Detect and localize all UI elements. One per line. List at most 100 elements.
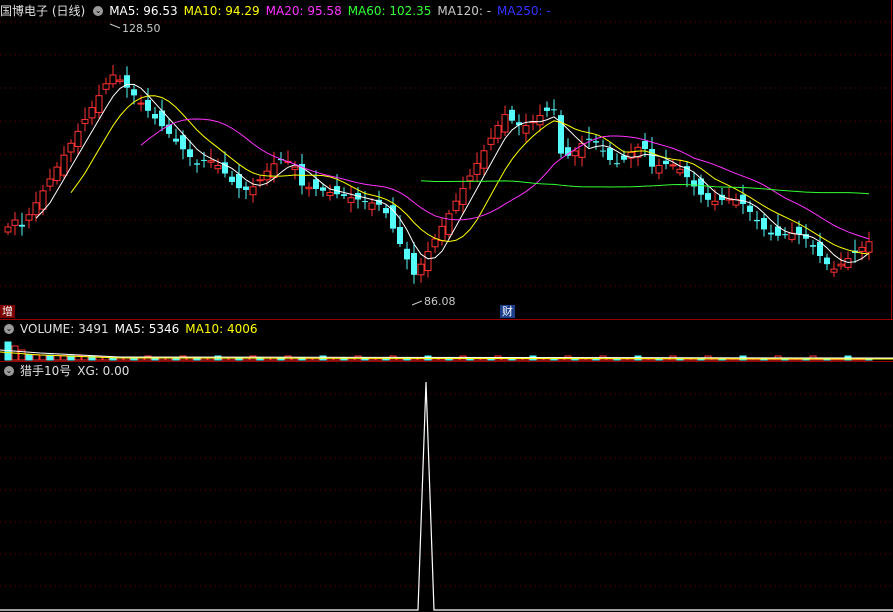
candle-body — [11, 219, 19, 226]
candle — [551, 99, 557, 116]
candle-body — [152, 114, 158, 119]
candle — [536, 104, 544, 132]
candle-body — [383, 207, 389, 214]
candle-body — [473, 162, 481, 175]
candle — [824, 253, 830, 271]
candle — [544, 101, 550, 117]
candle — [614, 153, 620, 168]
candle-body — [676, 168, 684, 174]
candle — [411, 242, 417, 284]
candle — [642, 132, 648, 158]
candle — [452, 193, 460, 214]
candle-body — [544, 107, 550, 111]
candle — [53, 162, 61, 185]
candle — [60, 146, 68, 179]
candle-body — [243, 186, 249, 190]
candle — [88, 100, 96, 125]
candle — [494, 120, 502, 144]
candle — [754, 210, 760, 230]
candle — [109, 65, 117, 88]
volume-chart[interactable] — [0, 320, 893, 362]
candle-body — [256, 179, 264, 182]
candle — [19, 212, 25, 236]
candle — [466, 169, 474, 190]
candle-body — [487, 137, 495, 145]
candle — [768, 224, 774, 241]
candle — [684, 161, 690, 188]
candle-body — [501, 114, 509, 133]
candle — [368, 198, 376, 217]
candle-body — [326, 192, 334, 197]
candle-body — [39, 190, 47, 210]
right-badge[interactable]: 财 — [500, 305, 515, 318]
candle-body — [480, 150, 488, 169]
candle-body — [452, 200, 460, 212]
candle — [173, 128, 179, 145]
candle — [501, 105, 509, 136]
candle-body — [32, 202, 40, 216]
candle — [11, 212, 19, 236]
candle — [145, 87, 151, 118]
candle-body — [705, 193, 711, 200]
candle — [81, 107, 89, 132]
candle-body — [397, 227, 403, 244]
candle — [124, 66, 130, 98]
candle-body — [417, 263, 425, 276]
volume-bar — [32, 354, 40, 361]
candle — [95, 84, 103, 119]
candle — [655, 158, 663, 180]
candle-body — [229, 176, 235, 182]
volume-bar — [25, 354, 33, 361]
candle-body — [536, 115, 544, 126]
candle-body — [655, 165, 663, 174]
candle — [607, 142, 613, 166]
candle — [473, 152, 481, 183]
candle-body — [74, 130, 82, 147]
high-marker-text: 128.50 — [122, 22, 161, 35]
candle — [404, 241, 410, 270]
candle — [578, 135, 586, 167]
candle-body — [249, 186, 257, 196]
signal-chart[interactable] — [0, 362, 893, 612]
left-badge: 增 — [0, 305, 15, 318]
candle — [459, 176, 467, 215]
candle — [705, 185, 711, 207]
candle — [445, 209, 453, 239]
candle-body — [782, 234, 788, 236]
high-marker: 128.50 — [109, 22, 161, 35]
candle-body — [858, 246, 866, 252]
candle — [347, 186, 355, 213]
candle-body — [270, 163, 278, 179]
candle-body — [663, 160, 669, 165]
candle-body — [669, 164, 677, 167]
candle — [46, 169, 54, 192]
candle-body — [362, 201, 368, 203]
candle-body — [830, 268, 838, 273]
candle — [4, 223, 12, 235]
candle — [586, 126, 592, 148]
candlestick-chart[interactable]: 128.50 86.08 — [0, 0, 893, 320]
candle-body — [711, 200, 719, 206]
candle — [25, 207, 33, 229]
candle-body — [313, 179, 319, 189]
candle — [417, 258, 425, 283]
candle-body — [25, 214, 33, 221]
candle-body — [551, 109, 557, 111]
candle-body — [431, 238, 439, 248]
candle-body — [642, 140, 648, 150]
candle — [305, 182, 313, 197]
low-marker: 86.08 — [411, 295, 456, 308]
candle-body — [796, 226, 802, 235]
candle-body — [53, 166, 61, 182]
candle-body — [424, 251, 432, 272]
candle — [116, 75, 124, 85]
candle — [740, 184, 746, 215]
candle-body — [459, 188, 467, 205]
candle-body — [180, 135, 186, 150]
candle — [487, 128, 495, 151]
candle — [243, 181, 249, 199]
candle — [830, 261, 838, 278]
volume-bar — [39, 354, 47, 361]
candle-body — [95, 95, 103, 113]
candle-body — [586, 138, 592, 140]
